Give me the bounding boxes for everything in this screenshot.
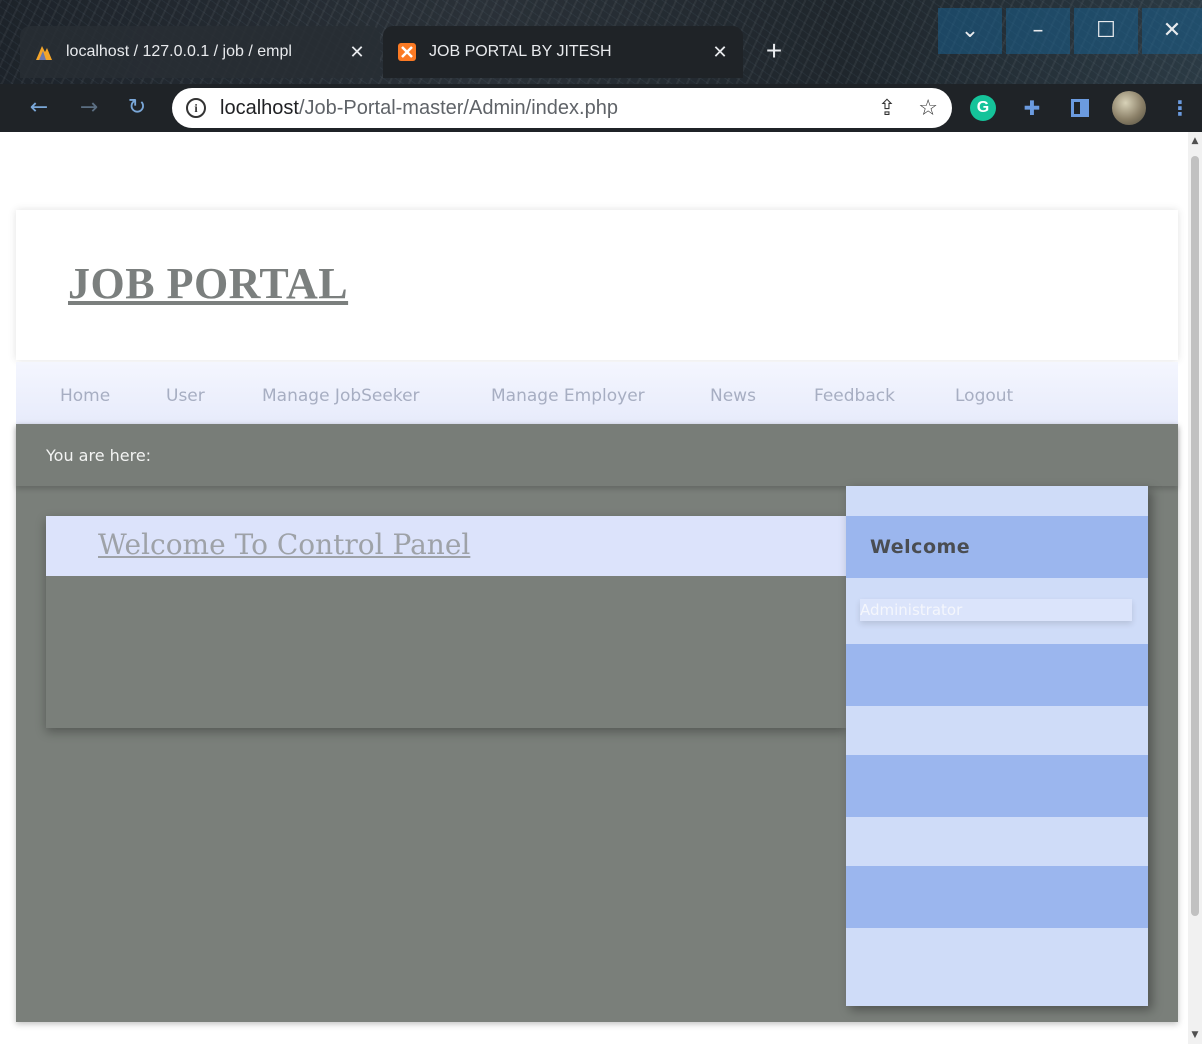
page-scrollbar[interactable]: ▲ ▼: [1188, 132, 1202, 1044]
nav-news[interactable]: News: [710, 386, 756, 406]
browser-title-bar: localhost / 127.0.0.1 / job / empl ✕ JOB…: [0, 0, 1202, 84]
close-window-icon[interactable]: ✕: [1142, 8, 1202, 54]
bookmark-star-icon[interactable]: ☆: [918, 96, 938, 121]
scrollbar-thumb[interactable]: [1191, 156, 1199, 916]
minimize-icon[interactable]: –: [1006, 8, 1070, 54]
tab-search-icon[interactable]: ⌄: [938, 8, 1002, 54]
forward-arrow-icon[interactable]: →: [74, 94, 104, 122]
nav-logout[interactable]: Logout: [955, 386, 1013, 406]
profile-avatar[interactable]: [1112, 91, 1146, 125]
tab-title: localhost / 127.0.0.1 / job / empl: [66, 43, 292, 60]
close-tab-icon[interactable]: ✕: [346, 42, 368, 63]
site-logo-link[interactable]: JOB PORTAL: [68, 258, 348, 309]
nav-home[interactable]: Home: [60, 386, 110, 406]
address-bar[interactable]: i localhost/Job-Portal-master/Admin/inde…: [172, 88, 952, 128]
scroll-up-icon[interactable]: ▲: [1188, 136, 1202, 146]
site-info-icon[interactable]: i: [186, 98, 206, 118]
maximize-icon[interactable]: ☐: [1074, 8, 1138, 54]
control-panel-card: Welcome To Control Panel: [46, 516, 846, 728]
control-panel-header: Welcome To Control Panel: [46, 516, 846, 576]
tab-title: JOB PORTAL BY JITESH: [429, 43, 612, 60]
side-panel-icon[interactable]: [1066, 94, 1094, 122]
sidebar-panel: Welcome Administrator: [846, 486, 1148, 1006]
sidebar-stripe: [846, 644, 1148, 706]
back-arrow-icon[interactable]: ←: [24, 94, 54, 122]
nav-user[interactable]: User: [166, 386, 205, 406]
new-tab-button[interactable]: +: [752, 34, 796, 70]
main-nav: Home User Manage JobSeeker Manage Employ…: [16, 362, 1178, 424]
site-header: JOB PORTAL: [16, 210, 1178, 360]
breadcrumb: You are here:: [16, 424, 1178, 486]
phpmyadmin-icon: [36, 46, 52, 60]
breadcrumb-label: You are here:: [46, 446, 152, 465]
sidebar-stripe: [846, 755, 1148, 817]
scroll-down-icon[interactable]: ▼: [1188, 1030, 1202, 1040]
nav-feedback[interactable]: Feedback: [814, 386, 895, 406]
close-tab-icon[interactable]: ✕: [709, 42, 731, 63]
main-content-area: You are here: Welcome To Control Panel W…: [16, 424, 1178, 1022]
nav-manage-employer[interactable]: Manage Employer: [491, 386, 645, 406]
nav-manage-jobseeker[interactable]: Manage JobSeeker: [262, 386, 420, 406]
sidebar-user-name: Administrator: [860, 599, 1132, 621]
reload-icon[interactable]: ↻: [122, 94, 152, 122]
page-viewport: JOB PORTAL Home User Manage JobSeeker Ma…: [0, 132, 1188, 1044]
share-icon[interactable]: ⇪: [878, 96, 896, 121]
url-text[interactable]: localhost/Job-Portal-master/Admin/index.…: [220, 97, 856, 120]
browser-tab-phpmyadmin[interactable]: localhost / 127.0.0.1 / job / empl ✕: [20, 26, 380, 78]
grammarly-icon[interactable]: G: [970, 95, 996, 121]
browser-menu-icon[interactable]: ⋮: [1166, 94, 1194, 122]
browser-tab-job-portal[interactable]: JOB PORTAL BY JITESH ✕: [383, 26, 743, 78]
sidebar-stripe: [846, 866, 1148, 928]
xampp-icon: [398, 43, 416, 61]
sidebar-welcome-heading: Welcome: [870, 536, 971, 558]
control-panel-title-link[interactable]: Welcome To Control Panel: [98, 528, 470, 561]
extensions-puzzle-icon[interactable]: ✚: [1018, 94, 1046, 122]
browser-toolbar: ← → ↻ i localhost/Job-Portal-master/Admi…: [0, 84, 1202, 132]
